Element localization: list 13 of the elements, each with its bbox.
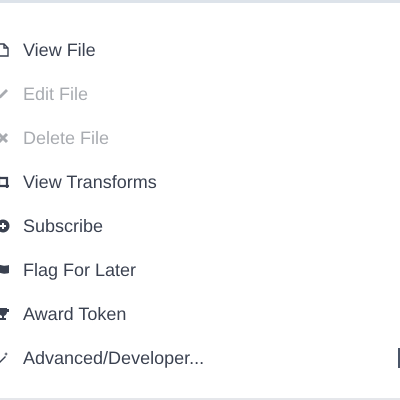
menu-item[interactable]: Advanced/Developer... <box>0 336 400 380</box>
wand-icon <box>0 351 10 365</box>
menu-item[interactable]: Flag For Later <box>0 248 400 292</box>
scroll-thumb[interactable] <box>398 348 400 368</box>
menu-item[interactable]: View File <box>0 28 400 72</box>
trophy-icon <box>0 307 10 321</box>
menu-item[interactable]: Award Token <box>0 292 400 336</box>
menu-item[interactable]: Subscribe <box>0 204 400 248</box>
file-icon <box>0 43 10 57</box>
crop-icon <box>0 175 10 189</box>
pencil-icon <box>0 87 10 101</box>
menu-item[interactable]: View Transforms <box>0 160 400 204</box>
close-icon <box>0 131 10 145</box>
